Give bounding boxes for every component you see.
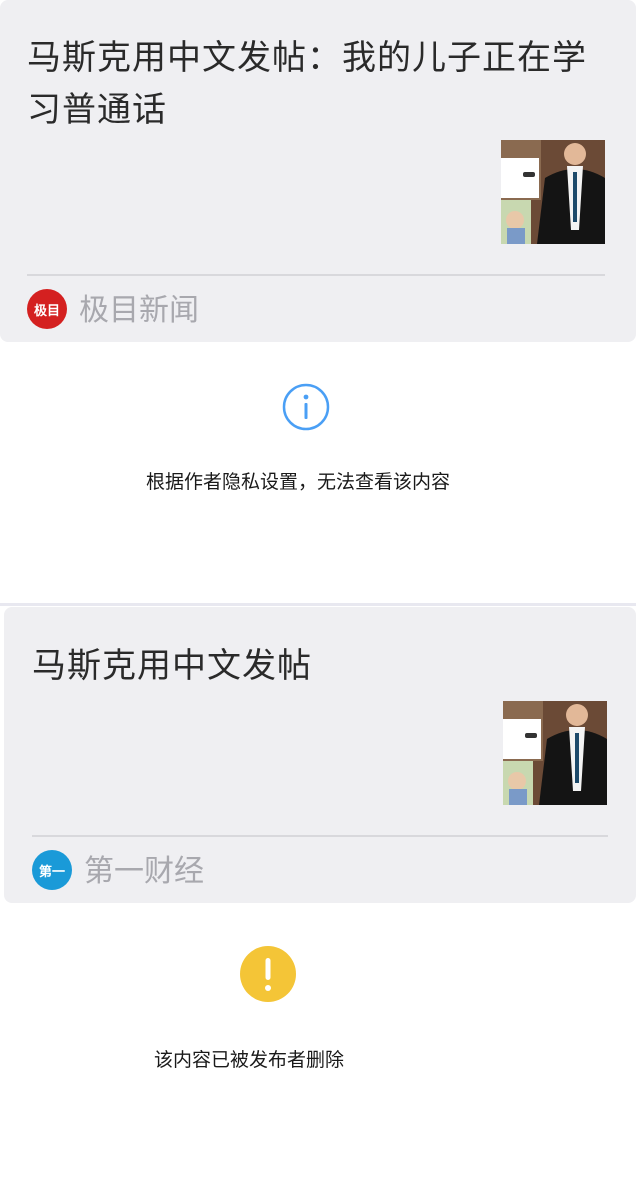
- news-thumbnail[interactable]: [503, 701, 607, 805]
- news-card-1[interactable]: 马斯克用中文发帖：我的儿子正在学习普通话 极目 极目新闻: [0, 0, 636, 342]
- privacy-notice-text: 根据作者隐私设置，无法查看该内容: [146, 471, 451, 493]
- news-card-title[interactable]: 马斯克用中文发帖：我的儿子正在学习普通话: [27, 32, 587, 136]
- card-divider: [32, 835, 608, 837]
- source-name: 极目新闻: [79, 293, 199, 328]
- thumbnail-image: [503, 701, 607, 805]
- card-divider: [27, 274, 605, 276]
- source-name: 第一财经: [84, 854, 204, 889]
- source-logo: 第一: [32, 850, 72, 890]
- news-card-title[interactable]: 马斯克用中文发帖: [32, 640, 592, 692]
- deleted-notice-text: 该内容已被发布者删除: [154, 1049, 345, 1071]
- section-separator: [0, 603, 636, 606]
- warning-icon: [240, 946, 296, 1002]
- page: 马斯克用中文发帖：我的儿子正在学习普通话 极目 极目新闻 根据作者隐私设置，无法…: [0, 0, 636, 1200]
- source-logo-text: 第一: [38, 864, 65, 880]
- info-icon: [282, 383, 330, 431]
- thumbnail-image: [501, 140, 605, 244]
- news-thumbnail[interactable]: [501, 140, 605, 244]
- source-logo: 极目: [27, 289, 67, 329]
- news-card-2[interactable]: 马斯克用中文发帖 第一 第一财经: [4, 607, 636, 903]
- source-logo-text: 极目: [33, 303, 60, 319]
